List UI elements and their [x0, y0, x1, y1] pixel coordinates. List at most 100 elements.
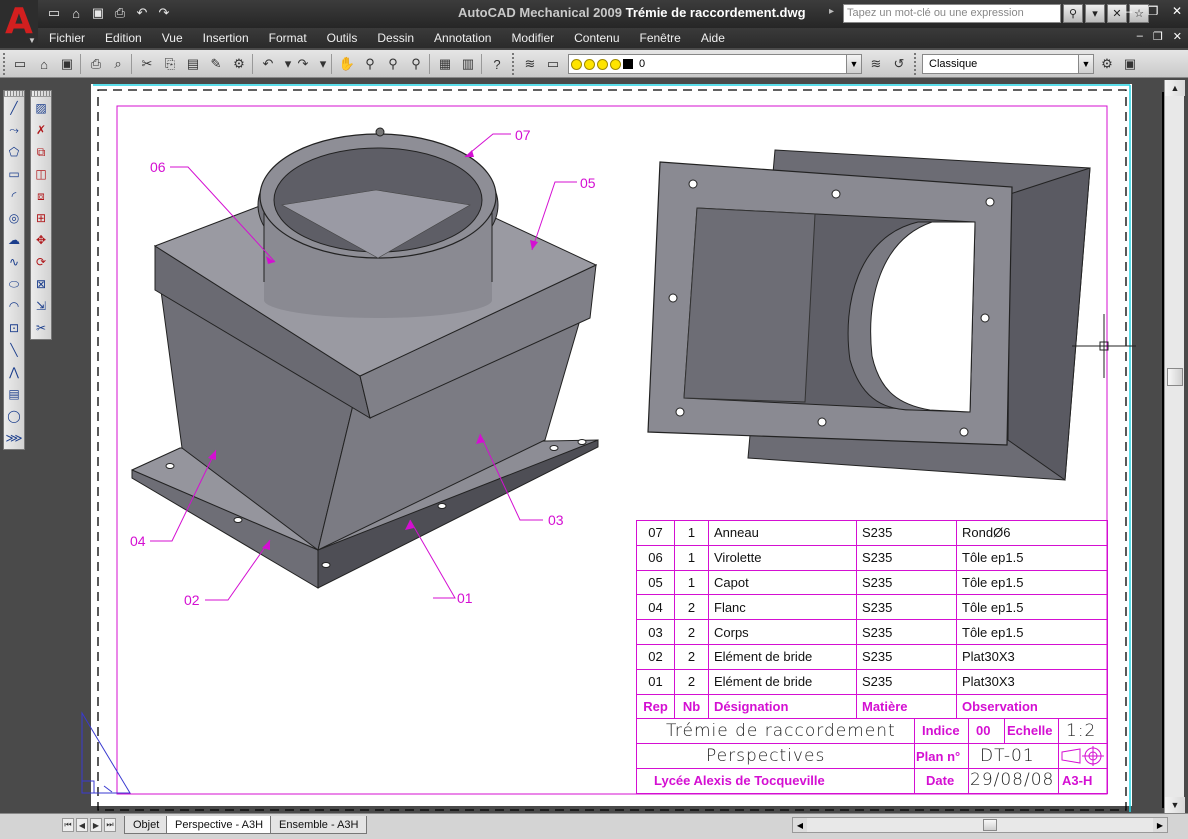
header-designation: Désignation [708, 693, 857, 720]
title-block: Trémie de raccordement Indice 00 Echelle… [636, 718, 1108, 794]
echelle-value: 1:2 [1066, 721, 1097, 741]
tab-ensemble-a3h[interactable]: Ensemble - A3H [270, 816, 368, 834]
date-label: Date [926, 773, 955, 788]
plan-value: DT-01 [980, 746, 1035, 766]
cell-matiere: S235 [856, 619, 957, 645]
cell-nb: 1 [674, 569, 709, 596]
vertical-scrollbar[interactable]: ▲ ▼ [1164, 80, 1185, 813]
cell-observation: Tôle ep1.5 [956, 619, 1108, 645]
header-rep: Rep [636, 693, 675, 720]
close-icon[interactable]: ✕ [1170, 4, 1184, 18]
date-value: 29/08/08 [970, 770, 1055, 790]
divider [636, 718, 637, 793]
cell-matiere: S235 [856, 520, 957, 546]
cell-nb: 1 [674, 520, 709, 546]
projection-symbol-icon [1061, 746, 1104, 766]
hopper-right-view[interactable] [647, 149, 1091, 481]
cell-nb: 2 [674, 668, 709, 695]
scroll-thumb[interactable] [983, 819, 997, 831]
plan-label: Plan n° [916, 749, 961, 764]
cell-observation: Tôle ep1.5 [956, 544, 1108, 571]
cell-matiere: S235 [856, 643, 957, 670]
cell-nb: 2 [674, 619, 709, 645]
divider [968, 718, 969, 793]
cell-rep: 04 [636, 594, 675, 621]
doc-close-icon[interactable]: ✕ [1173, 30, 1182, 43]
format-value: A3-H [1062, 773, 1093, 788]
callout-06: 06 [150, 159, 166, 175]
divider [1004, 718, 1005, 743]
cell-designation: Capot [708, 569, 857, 596]
scroll-down-icon[interactable]: ▼ [1165, 797, 1185, 813]
divider [636, 743, 1108, 744]
horizontal-scrollbar[interactable]: ◀ ▶ [792, 817, 1168, 833]
indice-label: Indice [922, 723, 960, 738]
header-observation: Observation [956, 693, 1108, 720]
layout-tab-bar: ⏮ ◀ ▶ ⏭ Objet Perspective - A3H Ensemble… [0, 813, 1188, 839]
table-row: 07 1 Anneau S235 RondØ6 [636, 520, 1108, 546]
callout-03: 03 [548, 512, 564, 528]
header-nb: Nb [674, 693, 709, 720]
parts-list-table: 07 1 Anneau S235 RondØ6 06 1 Virolette S… [636, 520, 1108, 720]
divider [914, 718, 915, 793]
tab-objet[interactable]: Objet [124, 816, 169, 834]
cell-nb: 2 [674, 594, 709, 621]
cell-rep: 07 [636, 520, 675, 546]
next-tab-icon[interactable]: ▶ [90, 818, 102, 832]
cell-designation: Anneau [708, 520, 857, 546]
scroll-right-icon[interactable]: ▶ [1153, 818, 1167, 832]
cell-observation: RondØ6 [956, 520, 1108, 546]
prev-tab-icon[interactable]: ◀ [76, 818, 88, 832]
echelle-label: Echelle [1007, 723, 1053, 738]
cell-observation: Plat30X3 [956, 668, 1108, 695]
cell-observation: Tôle ep1.5 [956, 594, 1108, 621]
scroll-left-icon[interactable]: ◀ [793, 818, 807, 832]
cell-observation: Plat30X3 [956, 643, 1108, 670]
drawing-title: Trémie de raccordement [666, 721, 896, 741]
last-tab-icon[interactable]: ⏭ [104, 818, 116, 832]
hopper-left-view[interactable] [130, 127, 599, 589]
scroll-thumb[interactable] [1167, 368, 1183, 386]
indice-value: 00 [976, 723, 991, 738]
cell-matiere: S235 [856, 594, 957, 621]
header-matiere: Matière [856, 693, 957, 720]
cell-rep: 01 [636, 668, 675, 695]
callout-02: 02 [184, 592, 200, 608]
cell-matiere: S235 [856, 668, 957, 695]
autocad-window: ▭ ⌂ ▣ ⎙ ↶ ↷ AutoCAD Mechanical 2009 Trém… [0, 0, 1188, 839]
drawing-subtitle: Perspectives [706, 746, 826, 766]
divider [1107, 718, 1108, 793]
callout-04: 04 [130, 533, 146, 549]
table-row: 05 1 Capot S235 Tôle ep1.5 [636, 569, 1108, 596]
callout-05: 05 [580, 175, 596, 191]
table-row: 04 2 Flanc S235 Tôle ep1.5 [636, 594, 1108, 621]
cell-designation: Elément de bride [708, 668, 857, 695]
divider [914, 768, 1108, 769]
cell-designation: Elément de bride [708, 643, 857, 670]
callout-01: 01 [457, 590, 473, 606]
tab-perspective-a3h[interactable]: Perspective - A3H [166, 816, 273, 834]
callout-07: 07 [515, 127, 531, 143]
divider [636, 718, 1108, 719]
table-row: 03 2 Corps S235 Tôle ep1.5 [636, 619, 1108, 645]
cell-observation: Tôle ep1.5 [956, 569, 1108, 596]
ucs-icon [81, 711, 131, 794]
cell-designation: Flanc [708, 594, 857, 621]
cell-rep: 05 [636, 569, 675, 596]
cell-rep: 06 [636, 544, 675, 571]
cell-matiere: S235 [856, 544, 957, 571]
school-name: Lycée Alexis de Tocqueville [654, 773, 825, 788]
divider [1058, 718, 1059, 793]
cell-rep: 03 [636, 619, 675, 645]
cell-nb: 1 [674, 544, 709, 571]
table-row: 01 2 Elément de bride S235 Plat30X3 [636, 668, 1108, 695]
divider [636, 793, 1108, 794]
first-tab-icon[interactable]: ⏮ [62, 818, 74, 832]
cell-designation: Corps [708, 619, 857, 645]
cell-designation: Virolette [708, 544, 857, 571]
cell-rep: 02 [636, 643, 675, 670]
table-header-row: Rep Nb Désignation Matière Observation [636, 693, 1108, 720]
cell-matiere: S235 [856, 569, 957, 596]
scroll-up-icon[interactable]: ▲ [1165, 80, 1185, 96]
table-row: 02 2 Elément de bride S235 Plat30X3 [636, 643, 1108, 670]
